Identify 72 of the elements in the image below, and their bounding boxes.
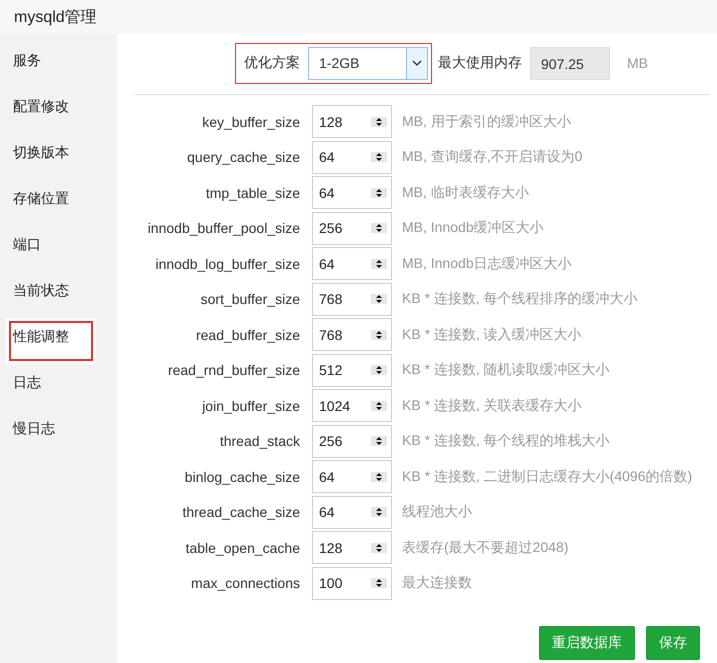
setting-label: query_cache_size — [186, 149, 300, 165]
spinner-icon — [371, 116, 387, 126]
setting-label: thread_stack — [218, 433, 300, 449]
spinner-icon — [371, 400, 387, 410]
setting-label: tmp_table_size — [204, 184, 300, 200]
spinner-icon — [371, 542, 387, 552]
number-field[interactable]: 64 — [312, 247, 392, 280]
window-title: mysqld管理 — [14, 8, 97, 28]
spinner-icon — [371, 223, 387, 233]
spinner-icon — [371, 258, 387, 268]
number-field[interactable]: 768 — [312, 282, 392, 316]
memory-label: 最大使用内存 — [438, 54, 522, 72]
number-field[interactable]: 64 — [312, 460, 392, 493]
spinner-icon — [371, 578, 387, 588]
setting-hint: 最大连接数 — [402, 574, 472, 592]
setting-label: join_buffer_size — [200, 398, 300, 414]
setting-label: key_buffer_size — [201, 114, 300, 130]
number-field[interactable]: 768 — [312, 318, 392, 351]
sidebar-item[interactable]: 当前状态 — [0, 272, 117, 318]
setting-label: innodb_log_buffer_size — [154, 256, 300, 272]
setting-label: sort_buffer_size — [200, 291, 300, 307]
number-field[interactable]: 512 — [312, 354, 392, 386]
setting-label: read_buffer_size — [194, 326, 300, 342]
number-field[interactable]: 64 — [312, 176, 392, 209]
number-field[interactable]: 256 — [312, 424, 392, 458]
sidebar-item[interactable]: 存储位置 — [0, 180, 117, 226]
setting-hint: MB, Innodb缓冲区大小 — [402, 219, 544, 237]
sidebar-item[interactable]: 切换版本 — [0, 134, 117, 180]
plan-select[interactable]: 1-2GB — [308, 46, 428, 80]
setting-hint: KB * 连接数, 二进制日志缓存大小(4096的倍数) — [402, 468, 692, 486]
number-field[interactable]: 256 — [312, 212, 392, 244]
setting-hint: MB, 临时表缓存大小 — [402, 184, 529, 202]
setting-hint: MB, 用于索引的缓冲区大小 — [402, 112, 571, 130]
spinner-icon — [371, 472, 387, 482]
sidebar-item[interactable]: 慢日志 — [0, 410, 117, 456]
setting-hint: MB, Innodb日志缓冲区大小 — [402, 254, 572, 272]
number-field[interactable]: 64 — [312, 496, 392, 528]
sidebar-item[interactable]: 服务 — [0, 42, 117, 88]
spinner-icon — [371, 365, 387, 375]
sidebar-item[interactable]: 日志 — [0, 364, 117, 410]
setting-hint: KB * 连接数, 每个线程的堆栈大小 — [402, 432, 610, 450]
number-field[interactable]: 1024 — [312, 389, 392, 422]
setting-hint: 线程池大小 — [402, 503, 472, 521]
setting-label: table_open_cache — [184, 540, 300, 556]
setting-hint: KB * 连接数, 读入缓冲区大小 — [402, 326, 582, 344]
setting-hint: 表缓存(最大不要超过2048) — [402, 538, 568, 556]
spinner-icon — [371, 330, 387, 340]
setting-label: innodb_buffer_pool_size — [146, 220, 300, 236]
setting-label: max_connections — [190, 575, 300, 591]
number-field[interactable]: 128 — [312, 105, 392, 138]
unit-label: MB — [627, 55, 648, 71]
sidebar-item[interactable]: 配置修改 — [0, 88, 117, 134]
spinner-icon — [371, 294, 387, 304]
number-field[interactable]: 100 — [312, 566, 392, 600]
number-field[interactable]: 64 — [312, 140, 392, 174]
spinner-icon — [371, 436, 387, 446]
setting-hint: KB * 连接数, 随机读取缓冲区大小 — [402, 361, 610, 379]
setting-label: binlog_cache_size — [184, 468, 300, 484]
setting-hint: KB * 连接数, 每个线程排序的缓冲大小 — [402, 290, 638, 308]
sidebar-item[interactable]: 性能调整 — [6, 318, 96, 364]
spinner-icon — [371, 152, 387, 162]
memory-field: 907.25 — [530, 46, 610, 80]
setting-hint: MB, 查询缓存,不开启请设为0 — [402, 148, 582, 166]
plan-label: 优化方案 — [244, 54, 300, 72]
number-field[interactable]: 128 — [312, 531, 392, 564]
sidebar-item[interactable]: 端口 — [0, 226, 117, 272]
caret-icon — [412, 60, 422, 66]
spinner-icon — [371, 188, 387, 198]
setting-label: read_rnd_buffer_size — [166, 362, 300, 378]
setting-label: thread_cache_size — [181, 504, 300, 520]
spinner-icon — [371, 507, 387, 517]
setting-hint: KB * 连接数, 关联表缓存大小 — [402, 396, 582, 414]
